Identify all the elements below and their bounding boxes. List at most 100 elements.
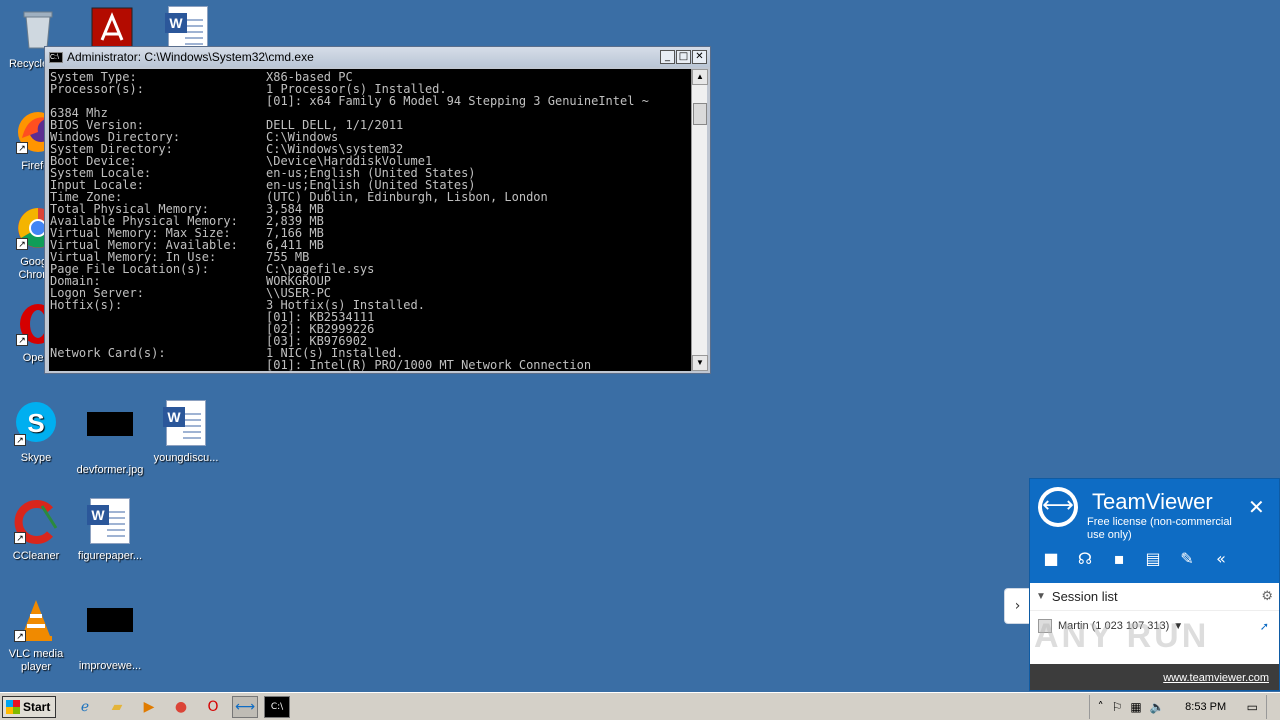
maximize-button[interactable]: □	[676, 50, 691, 64]
svg-text:S: S	[27, 408, 44, 438]
desktop-icon-ccleaner[interactable]: ↗ CCleaner	[0, 498, 74, 563]
console-output[interactable]: System Type: X86-based PC Processor(s): 1 P…	[49, 69, 691, 371]
image-file-icon	[86, 608, 134, 656]
network-icon[interactable]: ▦	[1130, 700, 1141, 714]
chat-icon[interactable]: ▪	[1110, 549, 1128, 568]
shortcut-arrow-icon: ↗	[16, 142, 28, 154]
console-scrollbar[interactable]: ▲ ▼	[691, 69, 708, 371]
cmd-window[interactable]: C:\ Administrator: C:\Windows\System32\c…	[44, 46, 711, 374]
opera-icon[interactable]: O	[200, 696, 226, 718]
teamviewer-toolbar: ■ ☊ ▪ ▤ ✎ «	[1042, 549, 1230, 568]
console-key: Hotfix(s):	[50, 298, 123, 312]
scroll-down-icon[interactable]: ▼	[692, 355, 708, 371]
teamviewer-license-text: Free license (non-commercial use only)	[1087, 516, 1232, 541]
shortcut-arrow-icon: ↗	[14, 532, 26, 544]
desktop-icon-youngdiscu[interactable]: W youngdiscu...	[148, 400, 224, 465]
file-transfer-icon[interactable]: ▤	[1144, 549, 1162, 568]
teamviewer-panel: TeamViewer Free license (non-commercial …	[1029, 478, 1280, 691]
shortcut-arrow-icon: ↗	[14, 434, 26, 446]
word-document-icon: W	[162, 400, 210, 448]
console-value: 3,584 MB	[266, 202, 324, 216]
console-key	[50, 323, 266, 335]
console-key: Network Card(s):	[50, 346, 166, 360]
teamviewer-expand-button[interactable]: ›	[1004, 588, 1030, 624]
minimize-button[interactable]: _	[660, 50, 675, 64]
console-value: 2,839 MB	[266, 214, 324, 228]
desktop-icon-label: CCleaner	[12, 550, 60, 562]
skype-icon: S ↗	[12, 400, 60, 448]
console-key	[50, 359, 266, 371]
clock[interactable]: 8:53 PM	[1173, 701, 1239, 713]
word-document-icon: W	[86, 498, 134, 546]
system-tray: ˄ ⚐ ▦ 🔈 8:53 PM ▭	[1088, 694, 1280, 719]
desktop-icon-vlc[interactable]: ↗ VLC media player	[0, 596, 74, 674]
headset-icon[interactable]: ☊	[1076, 549, 1094, 568]
desktop-icon-label: devformer.jpg	[76, 464, 144, 476]
cmd-app-icon: C:\	[49, 51, 63, 63]
shortcut-arrow-icon: ↗	[16, 334, 28, 346]
taskbar: Start ℯ ▰ ▶ ● O ⟷ C:\ ˄ ⚐ ▦ 🔈 8:53 PM ▭	[0, 692, 1280, 720]
windows-logo-icon	[6, 699, 20, 714]
video-camera-icon[interactable]: ■	[1042, 549, 1060, 568]
quick-launch: ℯ ▰ ▶ ● O ⟷ C:\	[72, 695, 290, 718]
cmd-window-title: Administrator: C:\Windows\System32\cmd.e…	[67, 50, 314, 64]
chrome-icon[interactable]: ●	[168, 696, 194, 718]
console-key	[50, 311, 266, 323]
start-button[interactable]: Start	[2, 695, 56, 718]
close-icon[interactable]: ✕	[1248, 495, 1265, 519]
gear-icon[interactable]: ⚙	[1261, 589, 1273, 604]
console-value: 7,166 MB	[266, 226, 324, 240]
media-player-icon[interactable]: ▶	[136, 696, 162, 718]
desktop-icon-devformer[interactable]: devformer.jpg	[72, 400, 148, 477]
wrench-icon[interactable]: ✎	[1178, 549, 1196, 568]
notification-icon[interactable]: ▭	[1247, 700, 1258, 714]
double-chevron-left-icon[interactable]: «	[1212, 549, 1230, 568]
console-value: 6,411 MB	[266, 238, 324, 252]
flag-icon[interactable]: ⚐	[1112, 700, 1123, 714]
desktop-icon-label: VLC media player	[8, 648, 64, 673]
desktop-icon-label: youngdiscu...	[153, 452, 219, 464]
session-list-title: Session list	[1051, 589, 1118, 604]
volume-icon[interactable]: 🔈	[1150, 700, 1165, 714]
console-value: [01]: x64 Family 6 Model 94 Stepping 3 G…	[266, 94, 649, 108]
remote-control-icon[interactable]: ➚	[1260, 620, 1269, 633]
console-line: [01]: x64 Family 6 Model 94 Stepping 3 G…	[50, 95, 691, 107]
desktop-icon-label: Skype	[20, 452, 52, 464]
collapse-triangle-icon[interactable]: ▼	[1036, 591, 1046, 602]
console-key: Processor(s):	[50, 82, 144, 96]
cmd-taskbar-icon[interactable]: C:\	[264, 695, 290, 718]
scroll-up-icon[interactable]: ▲	[692, 69, 708, 85]
desktop-icon-improvewe[interactable]: improvewe...	[72, 596, 148, 673]
console-value: [01]: Intel(R) PRO/1000 MT Network Conne…	[266, 358, 592, 371]
teamviewer-taskbar-icon[interactable]: ⟷	[232, 695, 258, 718]
tray-expand-icon[interactable]: ˄	[1098, 700, 1104, 714]
teamviewer-footer: www.teamviewer.com	[1030, 664, 1279, 690]
start-label: Start	[23, 699, 51, 714]
internet-explorer-icon[interactable]: ℯ	[72, 696, 98, 718]
console-line: Domain: WORKGROUP	[50, 275, 691, 287]
ccleaner-icon: ↗	[12, 498, 60, 546]
teamviewer-title: TeamViewer	[1092, 489, 1213, 514]
show-desktop-button[interactable]	[1266, 694, 1280, 719]
console-line: Page File Location(s): C:\pagefile.sys	[50, 263, 691, 275]
desktop-icon-label: figurepaper...	[77, 550, 143, 562]
anyrun-watermark: ANY RUN	[1034, 617, 1210, 655]
desktop-icon-figurepaper[interactable]: W figurepaper...	[72, 498, 148, 563]
shortcut-arrow-icon: ↗	[14, 630, 26, 642]
teamviewer-logo-icon	[1038, 487, 1078, 527]
session-list-header[interactable]: ▼ Session list ⚙	[1030, 583, 1279, 611]
console-line: [01]: Intel(R) PRO/1000 MT Network Conne…	[50, 359, 691, 371]
vlc-cone-icon: ↗	[12, 596, 60, 644]
shortcut-arrow-icon: ↗	[16, 238, 28, 250]
cmd-titlebar[interactable]: C:\ Administrator: C:\Windows\System32\c…	[45, 47, 710, 67]
image-file-icon	[86, 412, 134, 460]
close-button[interactable]: ✕	[692, 50, 707, 64]
desktop-icon-label: improvewe...	[78, 660, 142, 672]
desktop-icon-skype[interactable]: S ↗ Skype	[0, 400, 74, 465]
teamviewer-header: TeamViewer Free license (non-commercial …	[1030, 479, 1279, 583]
teamviewer-website-link[interactable]: www.teamviewer.com	[1163, 672, 1269, 684]
folder-icon[interactable]: ▰	[104, 696, 130, 718]
console-value: (UTC) Dublin, Edinburgh, Lisbon, London	[266, 190, 548, 204]
scroll-thumb[interactable]	[693, 103, 707, 125]
console-line: [02]: KB2999226	[50, 323, 691, 335]
